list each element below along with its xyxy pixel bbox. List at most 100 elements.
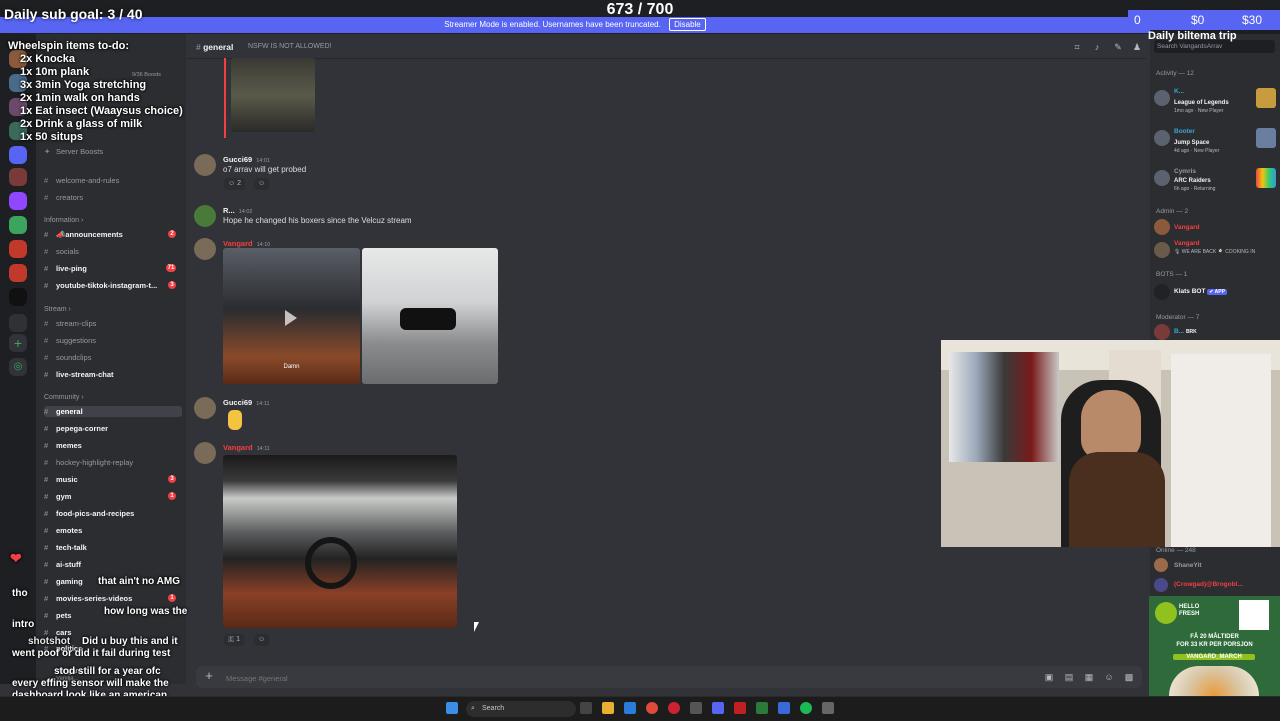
gif-icon[interactable]: ▤ <box>1064 672 1074 682</box>
member-list-icon[interactable]: ♟ <box>1132 42 1142 52</box>
channel-stream-clips[interactable]: # stream-clips <box>44 319 182 328</box>
twitch-server-icon[interactable] <box>9 192 27 210</box>
add-attachment-button[interactable]: + <box>202 669 216 683</box>
car-shape <box>400 308 456 330</box>
channel-label: food-pics-and-recipes <box>56 509 135 518</box>
channel-general[interactable]: # general <box>44 406 182 417</box>
apps-icon[interactable]: ▩ <box>1124 672 1134 682</box>
gift-icon[interactable]: ▣ <box>1044 672 1054 682</box>
sticker-icon[interactable]: ▦ <box>1084 672 1094 682</box>
channel-hockey-highlight-replay[interactable]: # hockey-highlight-replay <box>44 458 182 467</box>
message-author[interactable]: Vangard 14:10 <box>223 239 270 248</box>
pin-icon[interactable]: ✎ <box>1113 42 1123 52</box>
channel-emotes[interactable]: # emotes <box>44 526 182 535</box>
app-icon[interactable] <box>734 702 746 714</box>
reaction-chip[interactable]: ☺ 2 <box>224 178 245 190</box>
server-boosts-item[interactable]: ✦ Server Boosts <box>44 147 182 156</box>
channel-food-pics-and-recipes[interactable]: # food-pics-and-recipes <box>44 509 182 518</box>
channel-tech-talk[interactable]: # tech-talk <box>44 543 182 552</box>
channel-welcome-and-rules[interactable]: # welcome-and-rules <box>44 176 182 185</box>
server-icon[interactable] <box>9 314 27 332</box>
settings-icon[interactable] <box>822 702 834 714</box>
channel-soundclips[interactable]: # soundclips <box>44 353 182 362</box>
spotify-icon[interactable] <box>800 702 812 714</box>
avatar[interactable] <box>194 154 216 176</box>
server-icon[interactable] <box>9 288 27 306</box>
car-photo[interactable] <box>362 248 498 384</box>
start-icon[interactable] <box>446 702 458 714</box>
disable-streamer-mode-button[interactable]: Disable <box>669 18 706 31</box>
avatar[interactable] <box>194 397 216 419</box>
emoji-icon[interactable]: ☺ <box>1104 672 1114 682</box>
hash-icon: # <box>44 526 49 535</box>
category-information[interactable]: Information <box>44 217 83 224</box>
discover-icon[interactable]: ◎ <box>9 358 27 376</box>
member-bot[interactable]: Klats BOT ✔ APP <box>1154 282 1278 302</box>
channel-label: live-ping <box>56 264 87 273</box>
reaction-chip[interactable]: 🇪 1 <box>224 634 245 646</box>
member-activity[interactable]: Booter Jump Space 4d ago · New Player <box>1154 126 1278 154</box>
channel-announcements[interactable]: # 📣announcements 2 <box>44 230 182 239</box>
channel-pepega-corner[interactable]: # pepega-corner <box>44 424 182 433</box>
avatar <box>1154 130 1170 146</box>
channel-live-ping[interactable]: # live-ping 71 <box>44 264 182 273</box>
message-author[interactable]: Vangard 14:11 <box>223 443 270 452</box>
channel-socials[interactable]: # socials <box>44 247 182 256</box>
member-moderator[interactable]: B... BRK <box>1154 324 1278 340</box>
car-interior-photo[interactable] <box>223 455 457 628</box>
task-view-icon[interactable] <box>580 702 592 714</box>
discord-icon[interactable] <box>712 702 724 714</box>
message-author[interactable]: Gucci69 14:11 <box>223 398 270 407</box>
member-admin[interactable]: Vangard 🎙 WE ARE BACK 🍳 COOKING IN <box>1154 238 1278 264</box>
heartbeat-icon: ❤ <box>10 550 22 566</box>
channel-live-stream-chat[interactable]: # live-stream-chat <box>44 370 182 379</box>
channel-label: creators <box>56 193 84 202</box>
notification-bell-icon[interactable]: ♪ <box>1092 42 1102 52</box>
member-activity[interactable]: Cymris ARC Raiders 6h ago · Returning <box>1154 166 1278 192</box>
message-input[interactable] <box>224 670 1008 686</box>
channel-suggestions[interactable]: # suggestions <box>44 336 182 345</box>
opera-icon[interactable] <box>668 702 680 714</box>
channel-youtube-tiktok[interactable]: # youtube-tiktok-instagram-t... 3 <box>44 281 182 290</box>
mail-icon[interactable] <box>624 702 636 714</box>
app-icon[interactable] <box>690 702 702 714</box>
threads-icon[interactable]: ⌗ <box>1072 42 1082 52</box>
channel-music[interactable]: # music 3 <box>44 475 182 484</box>
channel-movies-series-videos[interactable]: # movies-series-videos 1 <box>44 594 182 603</box>
message-author[interactable]: R... 14:02 <box>223 206 252 215</box>
server-icon[interactable] <box>9 146 27 164</box>
category-stream[interactable]: Stream <box>44 306 71 313</box>
member-online[interactable]: (Crowgad)@Brogobl... <box>1154 578 1278 592</box>
avatar[interactable] <box>194 205 216 227</box>
dashboard-video-thumbnail[interactable]: Damn <box>223 248 360 384</box>
avatar[interactable] <box>194 238 216 260</box>
app-icon[interactable] <box>778 702 790 714</box>
message-time: 14:11 <box>256 401 270 407</box>
member-name: (Crowgad)@Brogobl... <box>1174 581 1243 588</box>
member-activity[interactable]: K... League of Legends 1mo ago · New Pla… <box>1154 86 1278 114</box>
channel-label: youtube-tiktok-instagram-t... <box>56 281 158 290</box>
channel-creators[interactable]: # creators <box>44 193 182 202</box>
file-explorer-icon[interactable] <box>602 702 614 714</box>
server-icon[interactable] <box>9 216 27 234</box>
avatar[interactable] <box>194 442 216 464</box>
server-icon[interactable] <box>9 240 27 258</box>
channel-ai-stuff[interactable]: # ai-stuff <box>44 560 182 569</box>
member-admin[interactable]: Vangard <box>1154 218 1278 236</box>
add-reaction-icon[interactable]: ☺ <box>254 634 270 646</box>
message-author[interactable]: Gucci69 14:01 <box>223 155 270 164</box>
member-online[interactable]: ShaneYit <box>1154 558 1278 574</box>
server-icon[interactable] <box>9 168 27 186</box>
sweater <box>1069 452 1165 547</box>
channel-memes[interactable]: # memes <box>44 441 182 450</box>
unread-marker <box>224 58 226 138</box>
channel-gym[interactable]: # gym 1 <box>44 492 182 501</box>
message-image[interactable] <box>231 58 315 132</box>
taskbar-search[interactable]: ⌕ Search <box>466 701 576 717</box>
server-icon[interactable] <box>9 264 27 282</box>
add-reaction-icon[interactable]: ☺ <box>254 178 270 190</box>
app-icon[interactable] <box>756 702 768 714</box>
chrome-icon[interactable] <box>646 702 658 714</box>
category-community[interactable]: Community <box>44 394 84 401</box>
add-server-icon[interactable]: + <box>9 334 27 352</box>
